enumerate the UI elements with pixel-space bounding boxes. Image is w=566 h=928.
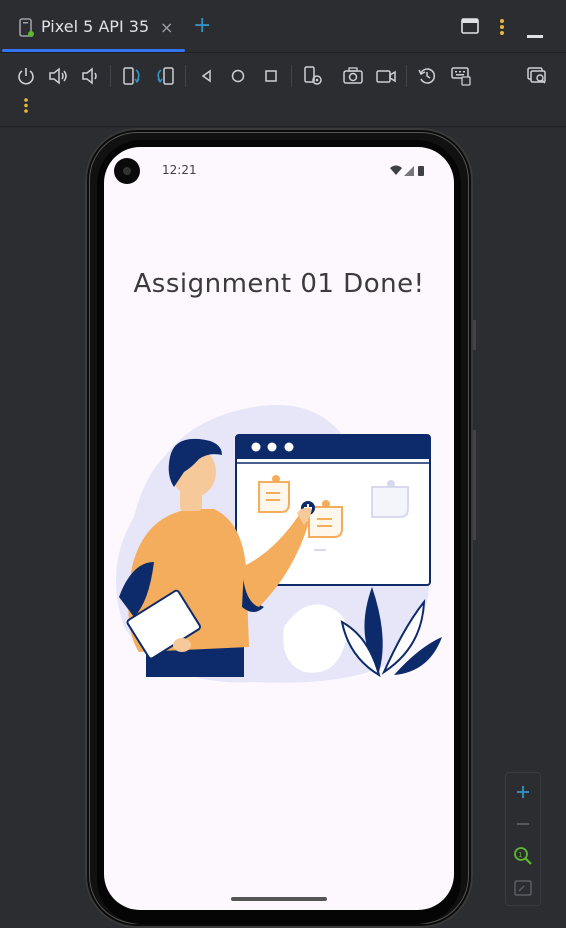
extended-controls-icon[interactable]	[302, 65, 324, 87]
add-tab-button[interactable]: +	[193, 13, 211, 38]
volume-up-icon[interactable]	[47, 65, 69, 87]
emulator-toolbar	[0, 53, 566, 127]
illustration-image	[116, 405, 442, 683]
snapshot-icon[interactable]	[416, 65, 438, 87]
zoom-out-icon[interactable]	[512, 813, 534, 835]
minimize-icon[interactable]	[527, 24, 543, 43]
window-layout-icon[interactable]	[461, 18, 479, 38]
svg-text:1: 1	[518, 851, 522, 859]
zoom-controls: 1	[505, 772, 541, 906]
page-title: Assignment 01 Done!	[133, 269, 425, 299]
gesture-nav-bar[interactable]	[231, 897, 327, 901]
tab-title: Pixel 5 API 35	[41, 17, 150, 36]
tab-bar: Pixel 5 API 35 × +	[0, 0, 566, 53]
home-icon[interactable]	[227, 65, 249, 87]
rotate-left-icon[interactable]	[121, 65, 143, 87]
zoom-in-icon[interactable]	[512, 781, 534, 803]
keyboard-icon[interactable]	[450, 65, 472, 87]
overview-icon[interactable]	[260, 65, 282, 87]
more-vertical-icon[interactable]	[498, 18, 506, 40]
screenshot-icon[interactable]	[342, 65, 364, 87]
cell-signal-icon	[404, 166, 414, 176]
separator	[185, 65, 186, 87]
wifi-icon	[390, 165, 402, 175]
rotate-right-icon[interactable]	[154, 65, 176, 87]
front-camera	[114, 158, 140, 184]
device-mirror-icon[interactable]	[526, 65, 548, 87]
status-clock: 12:21	[162, 163, 197, 177]
tab-active-indicator	[2, 49, 185, 52]
back-icon[interactable]	[196, 65, 218, 87]
tab-pixel-5[interactable]: Pixel 5 API 35 ×	[0, 0, 186, 52]
separator	[110, 65, 111, 87]
device-screen[interactable]: 12:21 Assignment 01 Done!	[104, 147, 454, 910]
power-icon[interactable]	[15, 65, 37, 87]
status-icons	[388, 163, 438, 177]
zoom-fit-icon[interactable]	[512, 877, 534, 899]
zoom-actual-icon[interactable]: 1	[512, 845, 534, 867]
power-button	[473, 320, 476, 350]
device-icon	[18, 18, 36, 38]
separator	[406, 65, 407, 87]
separator	[291, 65, 292, 87]
close-icon[interactable]: ×	[160, 18, 173, 37]
volume-down-icon[interactable]	[79, 65, 101, 87]
volume-rocker	[473, 430, 476, 540]
battery-icon	[418, 166, 424, 176]
screen-record-icon[interactable]	[375, 65, 397, 87]
more-vertical-icon[interactable]	[15, 95, 37, 117]
